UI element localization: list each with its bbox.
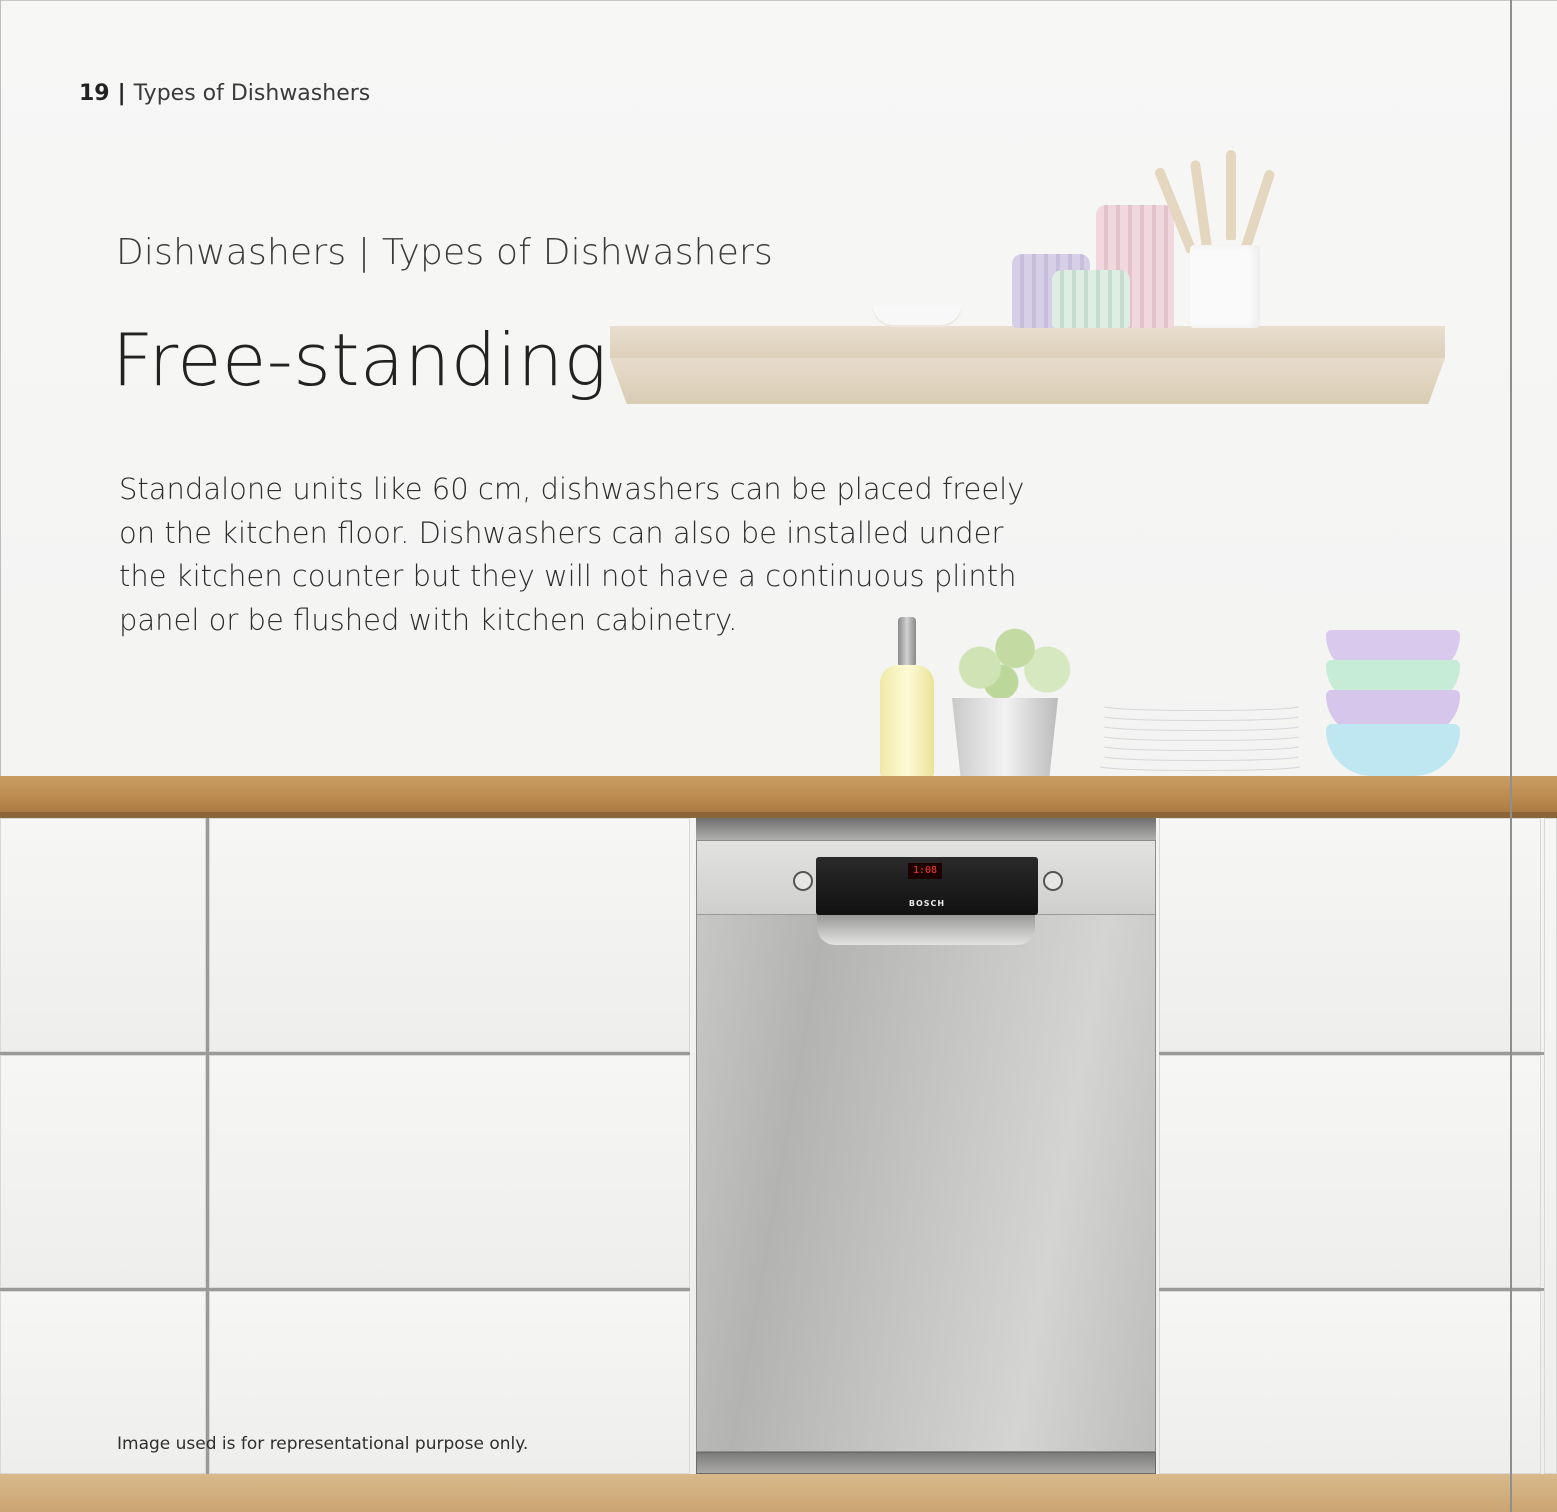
wall-shelf — [610, 326, 1445, 404]
dishwasher-top — [696, 818, 1156, 840]
plate — [1104, 722, 1299, 730]
shelf-face — [610, 358, 1445, 404]
wooden-utensil — [1226, 150, 1236, 240]
wooden-floor — [0, 1474, 1557, 1512]
cabinet-door — [0, 1055, 206, 1288]
wooden-countertop — [0, 776, 1557, 816]
page-header: 19 | Types of Dishwashers — [79, 80, 370, 108]
dishwasher-control-strip: 1:08 BOSCH — [697, 841, 1155, 915]
cabinet-door — [1159, 1055, 1541, 1288]
power-button-icon — [793, 871, 813, 891]
dishwasher-door: 1:08 BOSCH — [696, 840, 1156, 1452]
cabinet-gap — [0, 1052, 690, 1055]
start-button-icon — [1043, 871, 1063, 891]
plate — [1104, 752, 1299, 760]
dishwasher-handle — [817, 915, 1035, 945]
cabinet-door — [1159, 1291, 1541, 1474]
plate — [1104, 732, 1299, 740]
body-paragraph: Standalone units like 60 cm, dishwashers… — [119, 472, 1025, 637]
cabinet-door — [209, 818, 690, 1052]
page-divider — [1510, 0, 1512, 1512]
dishwasher-control-panel: 1:08 BOSCH — [816, 857, 1038, 915]
dishwasher-kick-plate — [696, 1452, 1156, 1474]
page-border-top — [0, 0, 1557, 1]
oil-bottle — [880, 665, 934, 777]
cabinet-gap — [0, 1288, 690, 1291]
green-canister — [1052, 270, 1130, 328]
brand-logo: BOSCH — [908, 899, 946, 908]
cabinet-gap — [1159, 1052, 1544, 1055]
plate — [1104, 712, 1299, 720]
cabinet-door — [1159, 818, 1541, 1052]
plant-bucket — [952, 698, 1058, 776]
cabinet-gap — [206, 818, 209, 1474]
header-section-title: Types of Dishwashers — [133, 81, 371, 106]
plate — [1100, 762, 1300, 770]
utensil-pot — [1190, 245, 1260, 328]
brochure-page: 1:08 BOSCH 19 | Types of Dishwashers Dishw… — [0, 0, 1557, 1512]
dishwasher-display: 1:08 — [908, 863, 942, 879]
header-separator: | — [117, 81, 126, 106]
shelf-top — [610, 326, 1445, 358]
cabinet-gap — [1159, 1288, 1544, 1291]
small-bowl-on-shelf — [872, 305, 962, 327]
cabinet-door — [0, 818, 206, 1052]
cabinet-door — [209, 1055, 690, 1288]
wooden-utensil — [1189, 159, 1213, 251]
image-disclaimer: Image used is for representational purpo… — [117, 1434, 529, 1454]
plate — [1104, 702, 1299, 710]
free-standing-dishwasher: 1:08 BOSCH — [696, 818, 1156, 1474]
plate — [1104, 742, 1299, 750]
blue-bowl — [1326, 724, 1460, 776]
cabinet-door — [1544, 818, 1557, 1474]
page-title: Free-standing — [112, 318, 608, 402]
page-number: 19 — [79, 81, 110, 106]
breadcrumb-subtitle: Dishwashers | Types of Dishwashers — [116, 232, 773, 273]
